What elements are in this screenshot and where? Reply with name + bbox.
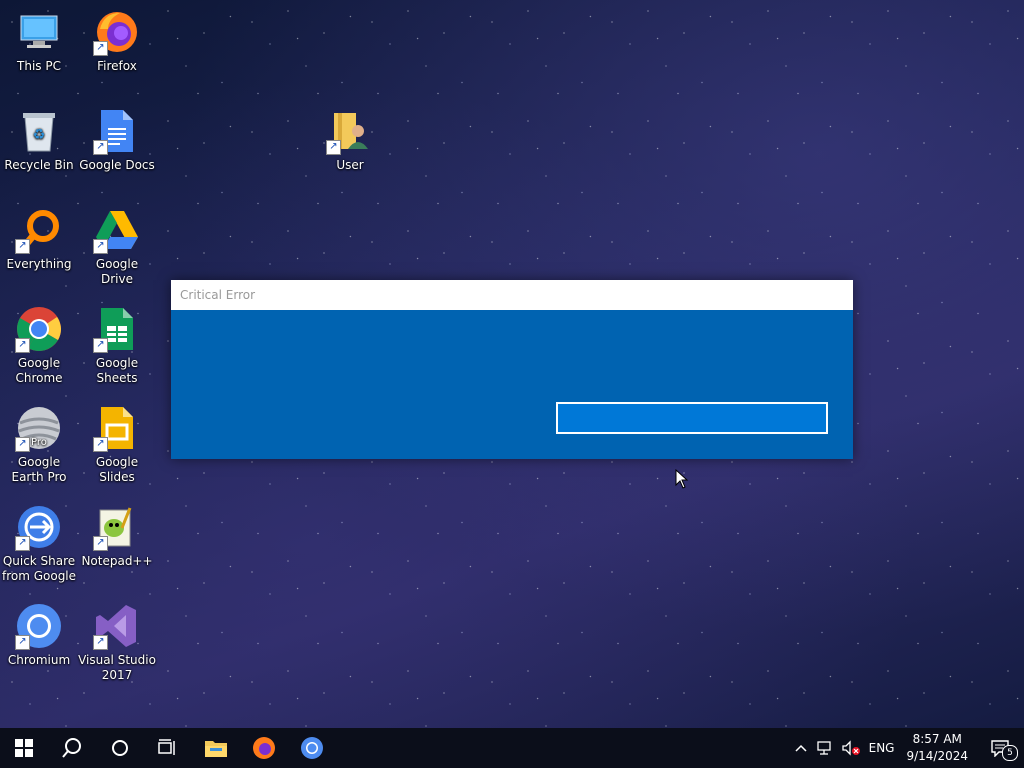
start-button[interactable] [0,728,48,768]
desktop-icon-google-chrome[interactable]: ↗ Google Chrome [0,305,78,386]
desktop-icon-chromium[interactable]: ↗ Chromium [0,602,78,668]
desktop-icon-label: Quick Share from Google [1,554,77,583]
action-center-button[interactable]: 5 [976,728,1024,768]
search-icon [62,738,81,758]
desktop-icon-firefox[interactable]: ↗ Firefox [78,8,156,74]
chromium-icon: ↗ [15,602,63,650]
visual-studio-icon: ↗ [93,602,141,650]
network-button[interactable] [811,728,837,768]
desktop-icon-notepad-plus-plus[interactable]: ↗ Notepad++ [78,503,156,569]
mouse-cursor-icon [675,469,689,489]
task-view-button[interactable] [144,728,192,768]
dialog-title: Critical Error [171,280,853,310]
desktop-icon-google-slides[interactable]: ↗ Google Slides [78,404,156,485]
desktop-icon-label: Recycle Bin [4,158,74,172]
desktop-icon-label: Chromium [7,653,71,667]
cortana-button[interactable] [96,728,144,768]
desktop-icon-label: Everything [6,257,72,271]
critical-error-dialog: Critical Error [171,280,853,459]
desktop-icon-label: Google Sheets [95,356,139,385]
taskbar: ENG 8:57 AM 9/14/2024 5 [0,728,1024,768]
desktop-icon-user[interactable]: ↗ User [311,107,389,173]
shortcut-arrow-icon: ↗ [326,140,341,155]
desktop-icon-google-earth-pro[interactable]: ↗ Pro Google Earth Pro [0,404,78,485]
chrome-icon: ↗ [15,305,63,353]
shortcut-arrow-icon: ↗ [15,437,30,452]
shortcut-arrow-icon: ↗ [93,140,108,155]
desktop-icon-label: Google Drive [95,257,139,286]
svg-text:♻: ♻ [33,127,46,143]
volume-muted-icon [841,740,860,756]
firefox-icon: ↗ [93,8,141,56]
system-tray: ENG 8:57 AM 9/14/2024 5 [791,728,1024,768]
everything-search-icon: ↗ [15,206,63,254]
shortcut-arrow-icon: ↗ [15,239,30,254]
google-slides-icon: ↗ [93,404,141,452]
volume-button[interactable] [837,728,865,768]
desktop-icon-google-docs[interactable]: ↗ Google Docs [78,107,156,173]
pro-badge: Pro [31,437,47,448]
desktop-icon-visual-studio-2017[interactable]: ↗ Visual Studio 2017 [78,602,156,683]
firefox-icon [253,737,275,759]
google-drive-icon: ↗ [93,206,141,254]
shortcut-arrow-icon: ↗ [93,338,108,353]
notepad-plus-plus-icon: ↗ [93,503,141,551]
user-folder-icon: ↗ [326,107,374,155]
desktop-icon-label: Google Docs [79,158,155,172]
desktop-icon-label: Google Chrome [15,356,63,385]
search-button[interactable] [48,728,96,768]
chevron-up-icon [795,744,807,752]
file-explorer-icon [205,741,227,757]
desktop-icon-quick-share[interactable]: ↗ Quick Share from Google [0,503,78,584]
desktop-icon-google-drive[interactable]: ↗ Google Drive [78,206,156,287]
desktop-icon-label: Google Slides [95,455,139,484]
google-earth-icon: ↗ Pro [15,404,63,452]
desktop-icon-recycle-bin[interactable]: ♻ Recycle Bin [0,107,78,173]
shortcut-arrow-icon: ↗ [93,536,108,551]
shortcut-arrow-icon: ↗ [93,239,108,254]
desktop-icon-google-sheets[interactable]: ↗ Google Sheets [78,305,156,386]
google-sheets-icon: ↗ [93,305,141,353]
shortcut-arrow-icon: ↗ [93,41,108,56]
shortcut-arrow-icon: ↗ [93,437,108,452]
shortcut-arrow-icon: ↗ [15,338,30,353]
taskbar-chromium[interactable] [288,728,336,768]
google-docs-icon: ↗ [93,107,141,155]
computer-icon [15,8,63,56]
clock-time: 8:57 AM [912,732,962,746]
taskbar-firefox[interactable] [240,728,288,768]
input-language-indicator[interactable]: ENG [865,728,899,768]
notification-count-badge: 5 [1002,745,1018,761]
chromium-icon [301,737,323,759]
shortcut-arrow-icon: ↗ [15,536,30,551]
desktop-icon-label: Visual Studio 2017 [78,653,156,682]
desktop-icon-label: This PC [17,59,61,73]
clock-date: 9/14/2024 [906,749,968,763]
desktop-icon-label: User [336,158,364,172]
cortana-icon [112,740,128,756]
windows-logo-icon [15,739,33,757]
network-icon [816,741,831,755]
desktop-icon-everything[interactable]: ↗ Everything [0,206,78,272]
desktop-icon-this-pc[interactable]: This PC [0,8,78,74]
desktop-icon-label: Firefox [97,59,137,73]
desktop-icon-label: Google Earth Pro [11,455,67,484]
quick-share-icon: ↗ [15,503,63,551]
task-view-icon [158,739,175,755]
taskbar-file-explorer[interactable] [192,728,240,768]
dialog-body [171,310,853,459]
clock[interactable]: 8:57 AM 9/14/2024 [898,731,976,765]
recycle-bin-icon: ♻ [15,107,63,155]
shortcut-arrow-icon: ↗ [93,635,108,650]
shortcut-arrow-icon: ↗ [15,635,30,650]
dialog-action-button[interactable] [556,402,828,434]
desktop-icon-label: Notepad++ [81,554,153,568]
show-hidden-icons-button[interactable] [791,728,811,768]
